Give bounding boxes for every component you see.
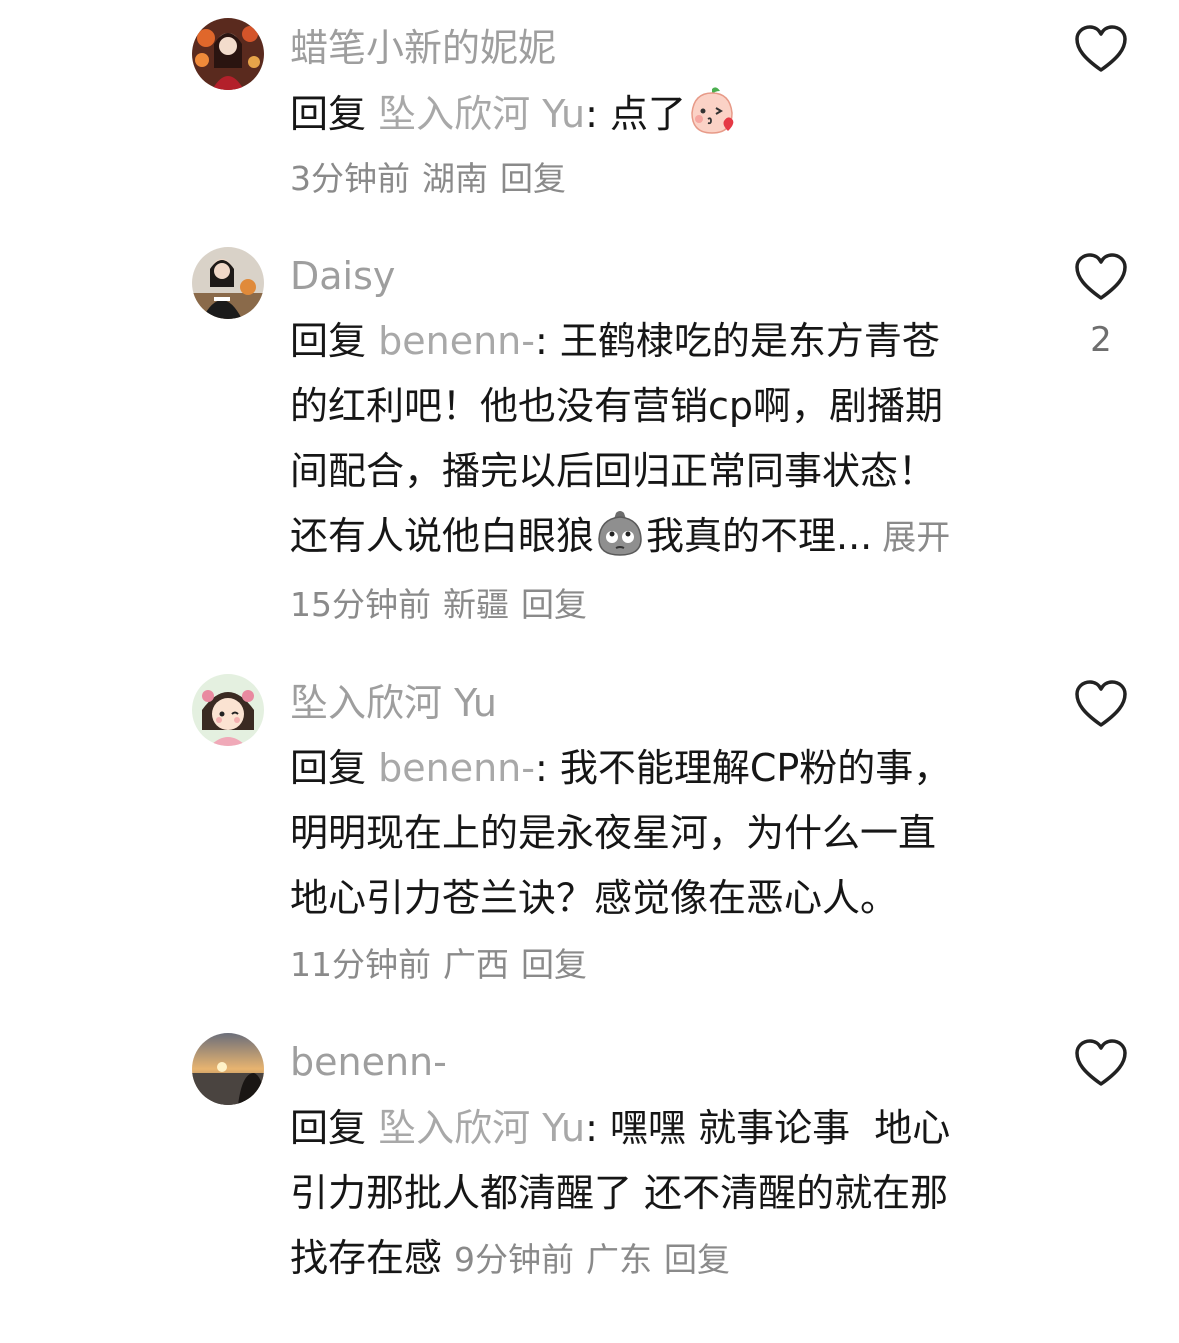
reply-target-username[interactable]: 坠入欣河 Yu [378, 1106, 585, 1150]
heart-outline-icon[interactable] [1074, 679, 1128, 729]
reply-button[interactable]: 回复 [521, 945, 587, 984]
avatar[interactable] [192, 18, 264, 90]
comment-meta: 11分钟前 广西 回复 [290, 943, 599, 987]
reply-button[interactable]: 回复 [521, 585, 587, 624]
comment-text-line: 找存在感 [290, 1236, 443, 1280]
comment-username[interactable]: benenn- [290, 1038, 447, 1086]
comment-body: 回复 坠入欣河 Yu: 点了 [290, 82, 1030, 147]
comment-body: 回复 benenn-: 我不能理解CP粉的事， 明明现在上的是永夜星河，为什么一… [290, 736, 1030, 931]
comment-time: 3分钟前 [290, 159, 410, 198]
reply-prefix: 回复 [290, 1106, 367, 1150]
kissing-peach-emoji [686, 85, 738, 137]
comment-text-line: 王鹤棣吃的是东方青苍 [559, 319, 940, 363]
comment-meta: 15分钟前 新疆 回复 [290, 583, 599, 627]
comment-time: 11分钟前 [290, 945, 431, 984]
comment-time: 15分钟前 [290, 585, 431, 624]
comment-username[interactable]: Daisy [290, 252, 395, 300]
heart-outline-icon[interactable] [1074, 1038, 1128, 1088]
comment-text-line: 明明现在上的是永夜星河，为什么一直 [290, 811, 937, 855]
expand-button[interactable]: 展开 [882, 518, 950, 558]
reply-prefix: 回复 [290, 319, 367, 363]
comment-body: 回复 benenn-: 王鹤棣吃的是东方青苍 的红利吧！他也没有营销cp啊，剧播… [290, 309, 1030, 571]
comment-text-line: 引力那批人都清醒了 还不清醒的就在那 [290, 1171, 949, 1215]
comment-text-line: 地心引力苍兰诀？感觉像在恶心人。 [290, 876, 899, 920]
avatar[interactable] [192, 674, 264, 746]
heart-outline-icon[interactable] [1074, 252, 1128, 302]
comment-body: 回复 坠入欣河 Yu: 嘿嘿 就事论事 地心 引力那批人都清醒了 还不清醒的就在… [290, 1096, 1030, 1292]
comment-location: 新疆 [443, 585, 509, 624]
reply-target-username[interactable]: benenn- [378, 319, 535, 363]
heart-outline-icon[interactable] [1074, 24, 1128, 74]
reply-target-username[interactable]: benenn- [378, 746, 535, 790]
like-count: 2 [1090, 320, 1112, 360]
avatar[interactable] [192, 247, 264, 319]
reply-button[interactable]: 回复 [500, 159, 566, 198]
comment-text-line: 我不能理解CP粉的事， [559, 746, 952, 790]
reply-button[interactable]: 回复 [664, 1240, 730, 1279]
comment-username[interactable]: 坠入欣河 Yu [290, 679, 497, 727]
comment-text-line: 间配合，播完以后回归正常同事状态！ [290, 449, 937, 493]
reply-prefix: 回复 [290, 746, 367, 790]
comment-time: 9分钟前 [454, 1240, 575, 1279]
comment-text: 点了 [610, 92, 687, 136]
comment-text-line: 的红利吧！他也没有营销cp啊，剧播期 [290, 384, 944, 428]
reply-prefix: 回复 [290, 92, 367, 136]
comment-location: 广东 [586, 1240, 653, 1279]
comment-meta: 3分钟前 湖南 回复 [290, 157, 578, 201]
comment-username[interactable]: 蜡笔小新的妮妮 [290, 24, 556, 72]
comment-location: 广西 [443, 945, 509, 984]
comment-text-line: 嘿嘿 就事论事 地心 [610, 1106, 951, 1150]
reply-target-username[interactable]: 坠入欣河 Yu [378, 92, 585, 136]
comment-meta: 9分钟前 广东 回复 [454, 1240, 742, 1279]
comment-text-line: 还有人说他白眼狼 [290, 514, 595, 558]
comment-text-tail: 我真的不理... [646, 514, 873, 558]
eyeroll-bag-emoji [594, 507, 646, 559]
comment-location: 湖南 [422, 159, 488, 198]
avatar[interactable] [192, 1033, 264, 1105]
